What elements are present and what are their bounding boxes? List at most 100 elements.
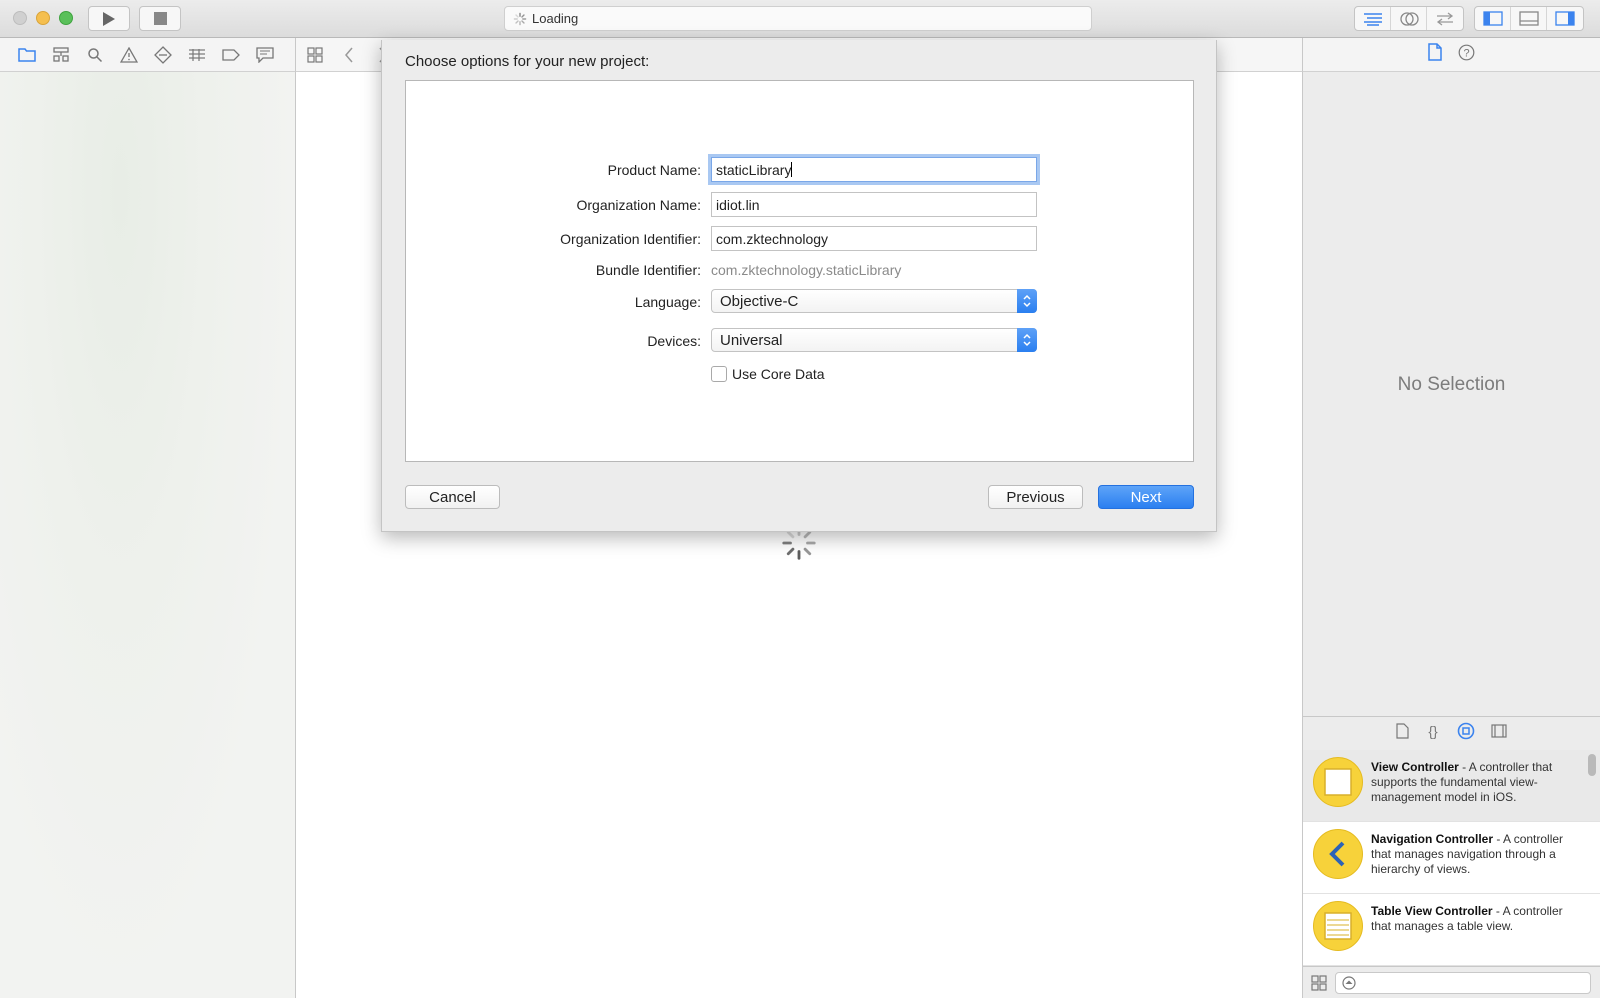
library-item-table-view-controller[interactable]: Table View Controller - A controller tha… bbox=[1303, 894, 1600, 966]
folder-icon bbox=[18, 48, 36, 62]
navigation-controller-icon bbox=[1313, 829, 1363, 879]
sheet-title: Choose options for your new project: bbox=[405, 53, 650, 70]
devices-row: Devices: Universal bbox=[406, 328, 1195, 354]
library-selector-bar: {} bbox=[1302, 716, 1600, 750]
up-down-arrows-icon bbox=[1017, 289, 1037, 313]
play-icon bbox=[103, 11, 115, 26]
question-circle-icon: ? bbox=[1458, 44, 1475, 60]
use-core-data-label[interactable]: Use Core Data bbox=[732, 366, 825, 382]
cancel-button[interactable]: Cancel bbox=[405, 485, 500, 509]
stop-button[interactable] bbox=[139, 6, 181, 31]
inspector-area: No Selection bbox=[1302, 72, 1600, 716]
report-navigator-tab[interactable] bbox=[255, 45, 275, 65]
toggle-navigator-button[interactable] bbox=[1475, 7, 1511, 30]
options-panel: Product Name: staticLibrary Organization… bbox=[405, 80, 1194, 462]
gauge-lines-icon bbox=[189, 48, 205, 61]
library-item-name: Table View Controller bbox=[1371, 904, 1493, 918]
filter-icon bbox=[1342, 975, 1356, 990]
table-view-controller-icon bbox=[1313, 901, 1363, 951]
stop-icon bbox=[153, 12, 167, 25]
library-item-name: Navigation Controller bbox=[1371, 832, 1494, 846]
organization-name-field[interactable]: idiot.lin bbox=[711, 192, 1037, 217]
window-toolbar: Loading bbox=[0, 0, 1600, 38]
find-navigator-tab[interactable] bbox=[85, 45, 105, 65]
document-icon bbox=[1428, 43, 1442, 61]
file-template-library-tab[interactable] bbox=[1396, 723, 1409, 744]
devices-label: Devices: bbox=[647, 333, 701, 349]
assistant-editor-button[interactable] bbox=[1391, 7, 1427, 30]
align-lines-icon bbox=[1363, 12, 1382, 26]
symbol-navigator-tab[interactable] bbox=[51, 45, 71, 65]
bottom-panel-icon bbox=[1518, 11, 1539, 26]
library-filter-input[interactable] bbox=[1335, 971, 1591, 994]
right-panel-icon bbox=[1555, 11, 1575, 26]
warning-triangle-icon bbox=[120, 46, 138, 63]
activity-status-text: Loading bbox=[532, 11, 579, 26]
media-library-tab[interactable] bbox=[1491, 724, 1507, 743]
new-project-options-sheet: Choose options for your new project: Pro… bbox=[381, 40, 1217, 532]
navigator-area bbox=[0, 72, 296, 998]
document-icon bbox=[1396, 723, 1409, 739]
speech-bubble-icon bbox=[256, 46, 274, 63]
toggle-debug-area-button[interactable] bbox=[1511, 7, 1547, 30]
product-name-label: Product Name: bbox=[607, 162, 701, 178]
interlocking-circles-icon bbox=[1399, 11, 1419, 26]
view-controller-icon bbox=[1313, 757, 1363, 807]
breakpoint-navigator-tab[interactable] bbox=[221, 45, 241, 65]
svg-text:?: ? bbox=[1463, 47, 1469, 59]
test-navigator-tab[interactable] bbox=[153, 45, 173, 65]
use-core-data-checkbox[interactable] bbox=[711, 366, 727, 382]
hierarchy-icon bbox=[53, 46, 69, 62]
previous-button[interactable]: Previous bbox=[988, 485, 1083, 509]
next-button[interactable]: Next bbox=[1098, 485, 1194, 509]
diamond-icon bbox=[154, 45, 172, 64]
no-selection-label: No Selection bbox=[1397, 374, 1506, 395]
debug-navigator-tab[interactable] bbox=[187, 45, 207, 65]
library-scrollbar[interactable] bbox=[1588, 754, 1596, 776]
run-button[interactable] bbox=[88, 6, 130, 31]
language-popup[interactable]: Objective-C bbox=[711, 289, 1037, 313]
zoom-window-button[interactable] bbox=[59, 11, 73, 25]
left-panel-icon bbox=[1482, 11, 1503, 26]
library-item-view-controller[interactable]: View Controller - A controller that supp… bbox=[1303, 750, 1600, 822]
bundle-identifier-value: com.zktechnology.staticLibrary bbox=[711, 262, 902, 278]
library-item-name: View Controller bbox=[1371, 760, 1459, 774]
quick-help-tab[interactable]: ? bbox=[1458, 44, 1475, 66]
related-items-button[interactable] bbox=[304, 44, 326, 66]
inspector-selector-bar: ? bbox=[1302, 38, 1600, 72]
target-circle-icon bbox=[1457, 722, 1475, 740]
braces-icon: {} bbox=[1428, 723, 1438, 739]
object-library-tab[interactable] bbox=[1457, 722, 1475, 745]
minimize-window-button[interactable] bbox=[36, 11, 50, 25]
go-back-button[interactable] bbox=[338, 44, 360, 66]
devices-popup[interactable]: Universal bbox=[711, 328, 1037, 352]
language-row: Language: Objective-C bbox=[406, 289, 1195, 315]
organization-name-label: Organization Name: bbox=[576, 197, 701, 213]
toggle-utilities-button[interactable] bbox=[1547, 7, 1583, 30]
breakpoint-icon bbox=[222, 48, 240, 61]
organization-identifier-label: Organization Identifier: bbox=[560, 231, 701, 247]
use-core-data-row: Use Core Data bbox=[406, 361, 1195, 387]
navigator-selector-bar bbox=[0, 38, 296, 72]
view-toggle-control bbox=[1474, 6, 1584, 31]
product-name-field[interactable]: staticLibrary bbox=[711, 157, 1037, 182]
grid-view-icon[interactable] bbox=[1311, 974, 1327, 991]
language-label: Language: bbox=[634, 294, 701, 310]
organization-name-row: Organization Name: idiot.lin bbox=[406, 192, 1195, 218]
swap-arrows-icon bbox=[1436, 11, 1454, 26]
file-inspector-tab[interactable] bbox=[1428, 43, 1442, 66]
standard-editor-button[interactable] bbox=[1355, 7, 1391, 30]
film-strip-icon bbox=[1491, 724, 1507, 738]
version-editor-button[interactable] bbox=[1427, 7, 1463, 30]
activity-viewer: Loading bbox=[504, 6, 1092, 31]
grid-icon bbox=[307, 46, 323, 63]
organization-identifier-field[interactable]: com.zktechnology bbox=[711, 226, 1037, 251]
search-icon bbox=[88, 47, 103, 62]
close-window-button[interactable] bbox=[13, 11, 27, 25]
svg-text:{}: {} bbox=[1428, 723, 1438, 739]
loading-spinner-icon bbox=[513, 12, 527, 25]
code-snippet-library-tab[interactable]: {} bbox=[1425, 723, 1441, 744]
library-item-navigation-controller[interactable]: Navigation Controller - A controller tha… bbox=[1303, 822, 1600, 894]
issue-navigator-tab[interactable] bbox=[119, 45, 139, 65]
project-navigator-tab[interactable] bbox=[17, 45, 37, 65]
